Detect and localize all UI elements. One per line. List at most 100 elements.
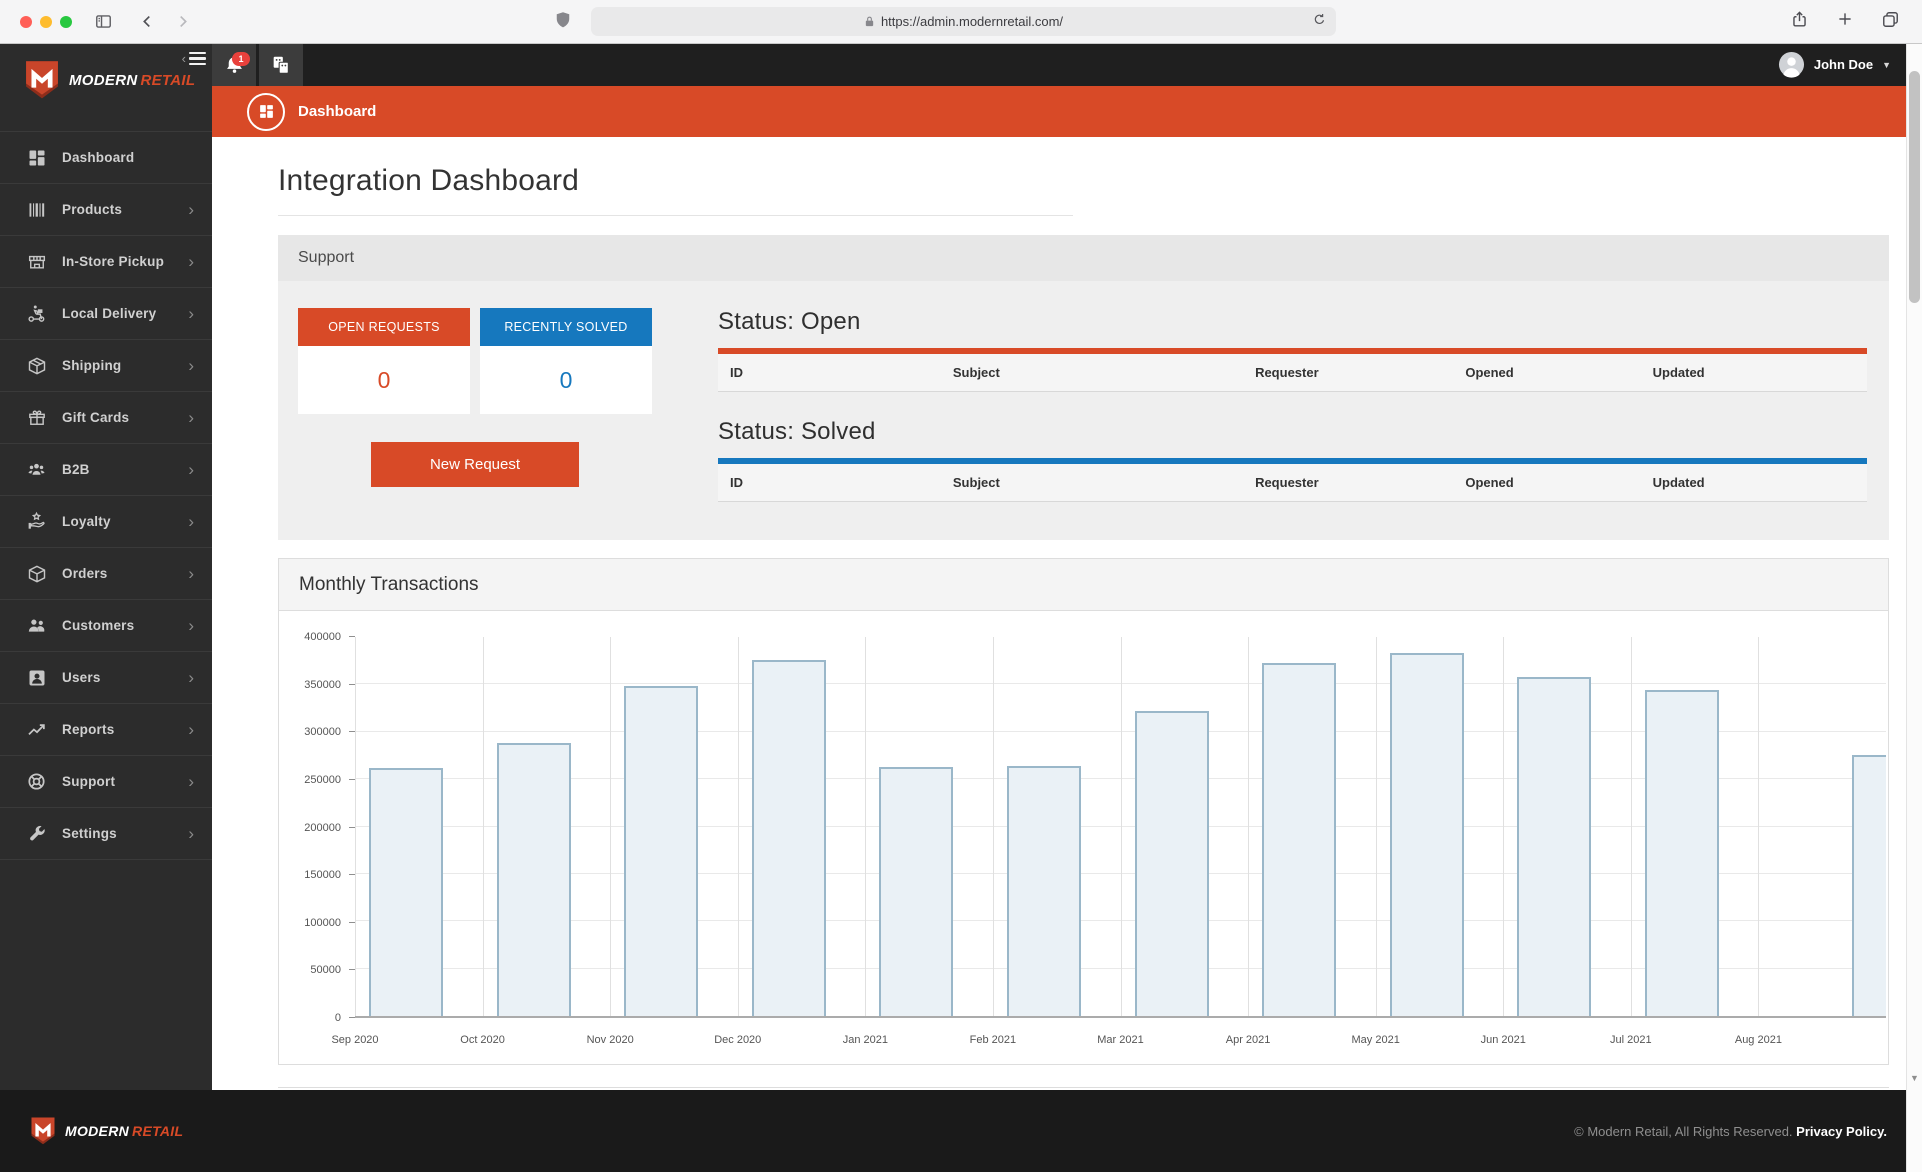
sidebar-item-reports[interactable]: Reports › (0, 704, 212, 756)
sidebar-item-label: Shipping (62, 358, 122, 373)
gift-icon (26, 407, 47, 428)
sidebar-item-b2b[interactable]: B2B › (0, 444, 212, 496)
modern-retail-m-logo-icon (26, 61, 58, 99)
sidebar-item-orders[interactable]: Orders › (0, 548, 212, 600)
monthly-transactions-panel: Monthly Transactions 0 50000 100000 150000 2… (278, 558, 1889, 1065)
status-open-title: Status: Open (718, 308, 861, 335)
status-open-table: ID Subject Requester Opened Updated (718, 348, 1867, 392)
sidebar-item-loyalty[interactable]: Loyalty › (0, 496, 212, 548)
trend-line-icon (26, 719, 47, 740)
sidebar-item-gift-cards[interactable]: Gift Cards › (0, 392, 212, 444)
chevron-right-icon: › (188, 564, 194, 583)
pages-tab[interactable] (259, 43, 303, 86)
sidebar-panel-icon[interactable] (94, 12, 113, 31)
sidebar-item-label: Customers (62, 618, 135, 633)
wrench-icon (26, 823, 47, 844)
bar-mar-2021 (1134, 710, 1209, 1016)
user-menu[interactable]: John Doe ▼ (1762, 43, 1907, 86)
table-header-row: ID Subject Requester Opened Updated (718, 464, 1867, 502)
recently-solved-card[interactable]: RECENTLY SOLVED 0 (480, 308, 652, 414)
bar-feb-2021 (1006, 765, 1081, 1016)
footer-brand-name: MODERN RETAIL (65, 1123, 184, 1139)
zoom-window-button[interactable] (60, 15, 72, 28)
dashboard-grid-icon (26, 147, 47, 168)
brand-logo[interactable]: MODERN RETAIL (0, 43, 212, 101)
notifications-tab[interactable]: 1 (212, 43, 256, 86)
sidebar-item-products[interactable]: Products › (0, 184, 212, 236)
bar-jan-2021 (879, 766, 954, 1016)
chevron-right-icon: › (188, 304, 194, 323)
sidebar-item-label: Loyalty (62, 514, 111, 529)
sidebar-item-settings[interactable]: Settings › (0, 808, 212, 860)
forward-icon[interactable] (174, 13, 191, 30)
url-bar[interactable]: https://admin.modernretail.com/ (591, 7, 1336, 36)
bar-sep-2020 (369, 767, 444, 1016)
chevron-right-icon: › (188, 720, 194, 739)
sidebar-item-shipping[interactable]: Shipping › (0, 340, 212, 392)
sidebar-item-local-delivery[interactable]: Local Delivery › (0, 288, 212, 340)
chart-panel-header: Monthly Transactions (279, 559, 1888, 611)
page-header-bar: Dashboard (212, 86, 1907, 137)
open-requests-label[interactable]: OPEN REQUESTS (298, 308, 470, 346)
new-request-button[interactable]: New Request (371, 442, 579, 487)
support-panel-body: OPEN REQUESTS 0 RECENTLY SOLVED 0 New Re… (278, 281, 1889, 540)
privacy-policy-link[interactable]: Privacy Policy. (1796, 1124, 1887, 1139)
column-header: Subject (952, 475, 1000, 490)
user-name: John Doe (1813, 57, 1874, 72)
open-requests-card[interactable]: OPEN REQUESTS 0 (298, 308, 470, 414)
bar-chart: 0 50000 100000 150000 200000 250000 300000 3500… (279, 611, 1888, 1064)
dashboard-ring-icon (247, 92, 285, 131)
sidebar-item-label: Reports (62, 722, 115, 737)
browser-chrome: https://admin.modernretail.com/ (0, 0, 1922, 44)
package-box-icon (26, 355, 47, 376)
status-solved-title: Status: Solved (718, 418, 876, 445)
share-icon[interactable] (1790, 10, 1809, 34)
sidebar: MODERN RETAIL ‹ Dashboard Products › In-… (0, 43, 212, 1090)
barcode-icon (26, 199, 47, 220)
sidebar-collapse-toggle[interactable]: ‹ (181, 51, 206, 67)
recently-solved-label[interactable]: RECENTLY SOLVED (480, 308, 652, 346)
back-icon[interactable] (139, 13, 156, 30)
sidebar-item-customers[interactable]: Customers › (0, 600, 212, 652)
bar-jun-2021 (1517, 676, 1592, 1016)
person-badge-icon (26, 667, 47, 688)
sidebar-item-label: Gift Cards (62, 410, 130, 425)
sidebar-item-label: Products (62, 202, 123, 217)
minimize-window-button[interactable] (40, 15, 52, 28)
scroll-down-arrow-icon[interactable]: ▼ (1907, 1074, 1922, 1083)
sidebar-menu: Dashboard Products › In-Store Pickup › L… (0, 131, 212, 860)
column-header: ID (730, 365, 743, 380)
sidebar-item-support[interactable]: Support › (0, 756, 212, 808)
chevron-right-icon: › (188, 824, 194, 843)
column-header: ID (730, 475, 743, 490)
x-axis: Sep 2020 Oct 2020 Nov 2020 Dec 2020 Jan 2021… (331, 1034, 1782, 1046)
sidebar-item-in-store-pickup[interactable]: In-Store Pickup › (0, 236, 212, 288)
column-header: Requester (1255, 365, 1319, 380)
vertical-scrollbar[interactable]: ▼ (1906, 43, 1922, 1172)
column-header: Opened (1465, 475, 1514, 490)
avatar (1778, 51, 1804, 78)
close-window-button[interactable] (20, 15, 32, 28)
chevron-left-icon: ‹ (181, 51, 186, 67)
chevron-right-icon: › (188, 356, 194, 375)
chevron-right-icon: › (188, 512, 194, 531)
topbar: 1 John Doe ▼ (212, 43, 1907, 86)
sidebar-item-dashboard[interactable]: Dashboard (0, 132, 212, 184)
tab-overview-icon[interactable] (1881, 10, 1900, 34)
sidebar-item-users[interactable]: Users › (0, 652, 212, 704)
package-box-icon (26, 563, 47, 584)
bar-jul-2021 (1644, 690, 1719, 1016)
column-header: Opened (1465, 365, 1514, 380)
new-tab-icon[interactable] (1836, 10, 1854, 33)
life-ring-icon (26, 771, 47, 792)
reload-icon[interactable] (1312, 12, 1327, 30)
privacy-shield-icon[interactable] (553, 9, 573, 38)
chevron-right-icon: › (188, 200, 194, 219)
footer-brand-logo[interactable]: MODERN RETAIL (30, 1116, 183, 1146)
notification-badge: 1 (232, 52, 250, 66)
hamburger-icon (189, 52, 206, 66)
people-group-icon (26, 459, 47, 480)
scrollbar-thumb[interactable] (1909, 71, 1920, 303)
sidebar-item-label: Users (62, 670, 101, 685)
plot-area (355, 637, 1886, 1018)
